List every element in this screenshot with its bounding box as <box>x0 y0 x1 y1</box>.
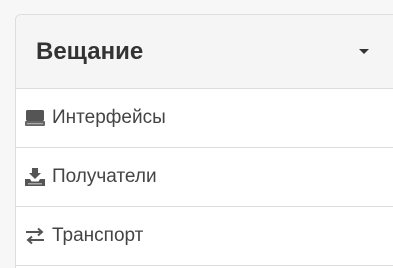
menu-item-label: Транспорт <box>52 225 144 246</box>
menu-item-interfaces[interactable]: Интерфейсы <box>16 89 393 148</box>
drive-icon <box>24 107 46 129</box>
menu-item-recipients[interactable]: Получатели <box>16 148 393 207</box>
broadcast-panel-header[interactable]: Вещание <box>16 15 393 89</box>
transfer-arrows-icon <box>24 225 46 247</box>
broadcast-panel: Вещание Интерфейсы Получатели Транспорт <box>15 14 393 268</box>
panel-title: Вещание <box>36 37 144 65</box>
menu-item-label: Получатели <box>52 166 157 187</box>
inbox-download-icon <box>24 166 46 188</box>
caret-down-icon[interactable] <box>359 49 369 54</box>
menu-item-label: Интерфейсы <box>52 107 166 128</box>
menu-item-transport[interactable]: Транспорт <box>16 207 393 266</box>
